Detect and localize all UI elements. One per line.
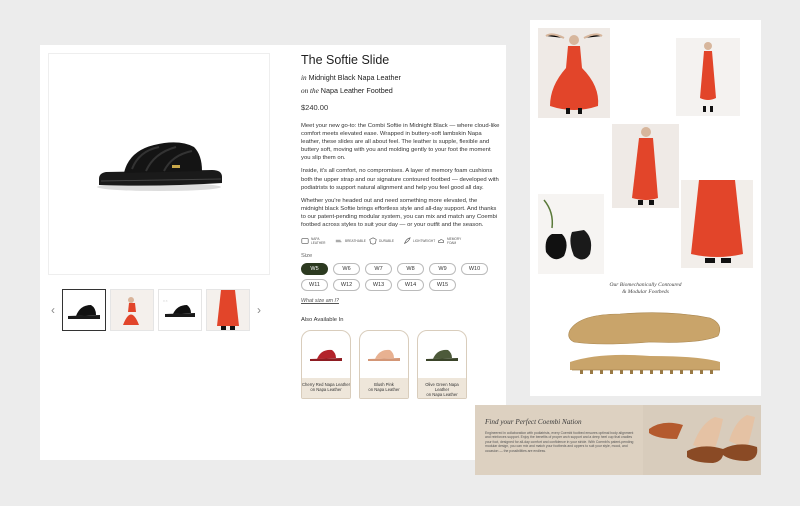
- size-guide-link[interactable]: What size am I?: [301, 298, 501, 304]
- shield-icon: [369, 237, 377, 245]
- lifestyle-photo-red-dress-3: [612, 124, 679, 208]
- description-paragraph: Whether you're headed out and need somet…: [301, 197, 498, 229]
- size-option[interactable]: W15: [429, 279, 456, 292]
- size-option[interactable]: W9: [429, 263, 456, 276]
- feature-icons: Napa Leather Breathable Durable Lightwei…: [301, 237, 501, 245]
- leather-icon: [301, 238, 309, 244]
- lifestyle-photo-red-dress-4: [681, 180, 753, 268]
- size-option[interactable]: W12: [333, 279, 360, 292]
- cloud-icon: [438, 239, 444, 244]
- size-selector: W5 W6 W7 W8 W9 W10 W11 W12 W13 W14 W15: [301, 263, 511, 292]
- variant-label: Blush Pink on Napa Leather: [360, 378, 408, 399]
- variant-image: [360, 331, 408, 379]
- banner-text: Engineered in collaboration with podiatr…: [485, 431, 634, 453]
- variant-image: [302, 331, 350, 379]
- feature-durable: Durable: [369, 237, 394, 245]
- lifestyle-panel: Our Biomechanically Contoured & Modular …: [530, 20, 761, 396]
- svg-text:○ ○: ○ ○: [163, 299, 168, 303]
- product-color-line: in Midnight Black Napa Leather: [301, 73, 401, 82]
- lifestyle-photo-red-dress-1: [538, 28, 610, 118]
- also-available-label: Also Available In: [301, 317, 344, 324]
- thumbnail-strip: ‹ ○ ○ ›: [48, 288, 270, 332]
- variant-card-blush-pink[interactable]: Blush Pink on Napa Leather: [359, 330, 409, 400]
- lifestyle-photo-black-slides: [538, 194, 604, 274]
- size-option[interactable]: W5: [301, 263, 328, 276]
- feather-icon: [404, 237, 411, 245]
- thumb-next-arrow-icon[interactable]: ›: [254, 303, 264, 317]
- description-paragraph: Meet your new go-to: the Combi Softie in…: [301, 123, 500, 162]
- size-option[interactable]: W13: [365, 279, 392, 292]
- variant-card-cherry-red[interactable]: Cherry Red Napa Leather on Napa Leather: [301, 330, 351, 400]
- size-option[interactable]: W11: [301, 279, 328, 292]
- size-option[interactable]: W8: [397, 263, 424, 276]
- size-option[interactable]: W7: [365, 263, 392, 276]
- variant-label: Cherry Red Napa Leather on Napa Leather: [302, 378, 350, 399]
- product-price: $240.00: [301, 103, 329, 112]
- wind-icon: [335, 240, 342, 243]
- product-info: The Softie Slide in Midnight Black Napa …: [301, 53, 501, 400]
- main-product-image[interactable]: [48, 53, 270, 275]
- size-option[interactable]: W6: [333, 263, 360, 276]
- footbed-diagram-title: Our Biomechanically Contoured & Modular …: [609, 282, 682, 295]
- banner-title: Find your Perfect Coembi Nation: [485, 418, 582, 426]
- footbed-diagram: [560, 300, 730, 390]
- size-option[interactable]: W10: [461, 263, 488, 276]
- variant-list: Cherry Red Napa Leather on Napa Leather B…: [301, 330, 501, 400]
- product-card: ‹ ○ ○ › The Softie Slide in Midnight Bla…: [40, 45, 506, 460]
- product-footbed-line: on the Napa Leather Footbed: [301, 86, 393, 95]
- nation-banner: Find your Perfect Coembi Nation Engineer…: [475, 405, 761, 475]
- feature-breathable: Breathable: [335, 237, 366, 245]
- size-option[interactable]: W14: [397, 279, 424, 292]
- thumb-prev-arrow-icon[interactable]: ‹: [48, 303, 58, 317]
- size-label: Size: [301, 253, 313, 260]
- feature-lightweight: Lightweight: [403, 237, 435, 245]
- product-title: The Softie Slide: [301, 53, 390, 67]
- banner-photo-feet-slides: [643, 405, 761, 475]
- description-paragraph: Inside, it's all comfort, no compromises…: [301, 168, 499, 191]
- variant-label: Olive Green Napa Leather on Napa Leather: [418, 378, 466, 399]
- product-description: Meet your new go-to: the Combi Softie in…: [301, 122, 501, 229]
- thumbnail-2[interactable]: [110, 289, 154, 331]
- feature-memory-foam: Memory Foam: [437, 237, 461, 245]
- variant-image: [418, 331, 466, 379]
- thumbnail-1[interactable]: [62, 289, 106, 331]
- thumbnail-3[interactable]: ○ ○: [158, 289, 202, 331]
- variant-card-olive-green[interactable]: Olive Green Napa Leather on Napa Leather: [417, 330, 467, 400]
- thumbnail-4[interactable]: [206, 289, 250, 331]
- feature-napa-leather: Napa Leather: [301, 237, 325, 245]
- lifestyle-photo-red-dress-2: [676, 38, 740, 116]
- slide-sandal-image: [97, 142, 222, 191]
